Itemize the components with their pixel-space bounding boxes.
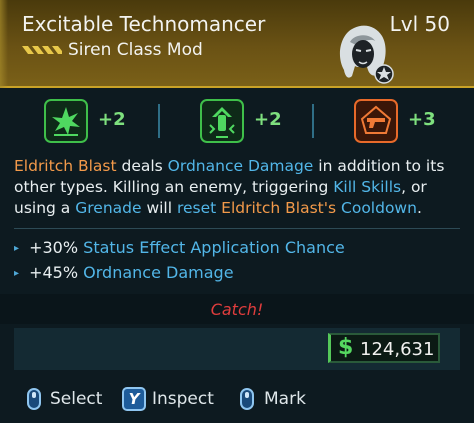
skill-bonus-value: +2: [254, 109, 282, 130]
skill-bonus-1[interactable]: +2: [10, 92, 142, 150]
bullet-icon: ▸: [14, 268, 20, 279]
keyword-skill: Eldritch Blast's: [221, 199, 337, 217]
stat-value: +30%: [29, 238, 79, 257]
keyword-term: Kill Skills: [333, 178, 402, 196]
description-text: will: [141, 199, 177, 217]
select-action[interactable]: Select: [50, 389, 102, 409]
item-type: Siren Class Mod: [68, 40, 203, 60]
keyword-term: reset: [176, 199, 217, 217]
item-header: Excitable Technomancer Lvl 50 Siren Clas…: [0, 0, 474, 88]
skill-bonus-value: +2: [98, 109, 126, 130]
bullet-icon: ▸: [14, 243, 20, 254]
dollar-icon: $: [338, 335, 354, 360]
header-accent: [0, 0, 8, 88]
skill-bonus-2[interactable]: +2: [166, 92, 298, 150]
section-divider: [14, 228, 460, 229]
description-text: .: [416, 199, 422, 217]
stat-value: +45%: [29, 263, 79, 282]
skill-divider: [312, 104, 314, 138]
orange-gun-skill-icon: [354, 99, 398, 143]
keyword-skill: Eldritch Blast: [14, 157, 117, 175]
skill-bonuses: +2 +2 +3: [10, 92, 464, 150]
item-description: Eldritch Blast deals Ordnance Damage in …: [14, 156, 462, 219]
description-text: deals: [116, 157, 168, 175]
skill-bonus-3[interactable]: +3: [320, 92, 452, 150]
green-burst-skill-icon: [44, 99, 88, 143]
skill-bonus-value: +3: [408, 109, 436, 130]
item-card: Excitable Technomancer Lvl 50 Siren Clas…: [0, 0, 474, 423]
keyword-term: Ordnance Damage: [167, 157, 314, 175]
rarity-chevrons-icon: [22, 46, 62, 54]
y-button-icon: Y: [122, 387, 146, 411]
keyword-term: Grenade: [75, 199, 142, 217]
stat-name: Status Effect Application Chance: [83, 238, 345, 257]
stat-line-2: ▸ +45% Ordnance Damage: [14, 263, 234, 282]
item-name: Excitable Technomancer: [22, 12, 266, 36]
siren-portrait-icon: [339, 25, 394, 84]
left-mouse-button-icon: [27, 388, 41, 410]
keyword-term: Cooldown: [341, 199, 417, 217]
green-chevron-skill-icon: [200, 99, 244, 143]
mark-action[interactable]: Mark: [264, 389, 306, 409]
flavor-text: Catch!: [210, 300, 264, 319]
right-mouse-button-icon: [240, 388, 254, 410]
skill-divider: [158, 104, 160, 138]
item-price: 124,631: [360, 339, 435, 360]
stat-name: Ordnance Damage: [83, 263, 234, 282]
inspect-action[interactable]: Inspect: [152, 389, 214, 409]
stat-line-1: ▸ +30% Status Effect Application Chance: [14, 238, 345, 257]
